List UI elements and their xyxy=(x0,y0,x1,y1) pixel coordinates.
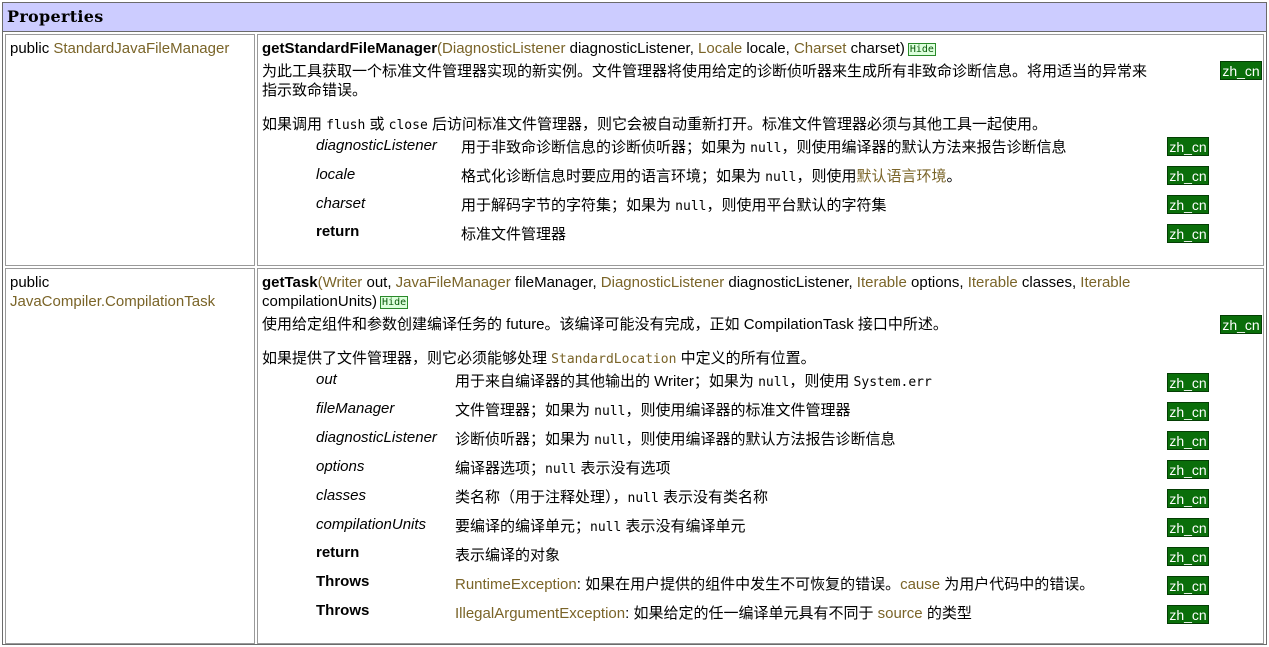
return-description: 标准文件管理器 xyxy=(461,226,567,243)
return-type-link[interactable]: StandardJavaFileManager xyxy=(53,40,229,57)
param-description: 诊断侦听器；如果为 null，则使用编译器的默认方法报告诊断信息 xyxy=(455,431,896,448)
type-link[interactable]: Iterable xyxy=(1080,274,1130,291)
type-link[interactable]: DiagnosticListener xyxy=(601,274,724,291)
param-name: charset xyxy=(316,195,366,212)
param-description: 类名称（用于注释处理），null 表示没有类名称 xyxy=(455,489,768,506)
method-row-getStandardFileManager: public StandardJavaFileManager getStanda… xyxy=(3,34,1266,266)
type-link[interactable]: Locale xyxy=(698,40,742,57)
type-link[interactable]: Writer xyxy=(323,274,363,291)
zh-cn-button[interactable]: zh_cn xyxy=(1167,576,1209,595)
throws-description: IllegalArgumentException: 如果给定的任一编译单元具有不… xyxy=(455,605,972,622)
method-signature-line2: compilationUnits) Hide xyxy=(262,293,409,310)
zh-cn-button[interactable]: zh_cn xyxy=(1167,166,1209,185)
param-description: 格式化诊断信息时要应用的语言环境；如果为 null，则使用默认语言环境。 xyxy=(461,168,962,185)
properties-table: Properties public StandardJavaFileManage… xyxy=(2,2,1267,645)
param-name: locale xyxy=(316,166,356,183)
method-name: getStandardFileManager xyxy=(262,40,438,57)
modifier: public xyxy=(10,274,50,291)
throws-description: RuntimeException: 如果在用户提供的组件中发生不可恢复的错误。c… xyxy=(455,576,1095,593)
default-locale-link[interactable]: 默认语言环境 xyxy=(857,168,947,185)
param-name: options xyxy=(316,458,365,475)
throws-label: Throws xyxy=(316,602,370,619)
zh-cn-button[interactable]: zh_cn xyxy=(1167,402,1209,421)
zh-cn-button[interactable]: zh_cn xyxy=(1167,518,1209,537)
type-link[interactable]: Iterable xyxy=(857,274,907,291)
param-description: 要编译的编译单元；null 表示没有编译单元 xyxy=(455,518,746,535)
table-title: Properties xyxy=(7,7,104,26)
zh-cn-button[interactable]: zh_cn xyxy=(1167,224,1209,243)
source-link[interactable]: source xyxy=(878,605,923,622)
zh-cn-button[interactable]: zh_cn xyxy=(1167,137,1209,156)
method-row-getTask: public JavaCompiler.CompilationTask getT… xyxy=(3,268,1266,644)
method-return-cell: public StandardJavaFileManager xyxy=(5,34,255,266)
param-description: 文件管理器；如果为 null，则使用编译器的标准文件管理器 xyxy=(455,402,851,419)
zh-cn-button[interactable]: zh_cn xyxy=(1167,547,1209,566)
exception-link[interactable]: IllegalArgumentException xyxy=(455,605,625,622)
method-description-line2: 指示致命错误。 xyxy=(262,82,368,99)
modifier: public xyxy=(10,40,50,57)
return-type-link[interactable]: JavaCompiler.CompilationTask xyxy=(10,293,215,310)
param-name: classes xyxy=(316,487,367,504)
param-name: diagnosticListener xyxy=(316,137,437,154)
hide-button[interactable]: Hide xyxy=(907,43,936,56)
method-signature: getTask(Writer out, JavaFileManager file… xyxy=(262,274,1131,291)
zh-cn-button[interactable]: zh_cn xyxy=(1167,489,1209,508)
method-detail-cell: getStandardFileManager(DiagnosticListene… xyxy=(257,34,1264,266)
exception-link[interactable]: RuntimeException xyxy=(455,576,577,593)
throws-label: Throws xyxy=(316,573,370,590)
param-name: diagnosticListener xyxy=(316,429,437,446)
type-link[interactable]: DiagnosticListener xyxy=(442,40,565,57)
zh-cn-button[interactable]: zh_cn xyxy=(1220,315,1262,334)
type-link[interactable]: Charset xyxy=(794,40,847,57)
table-header: Properties xyxy=(3,3,1266,32)
param-description: 编译器选项；null 表示没有选项 xyxy=(455,460,671,477)
return-description: 表示编译的对象 xyxy=(455,547,561,564)
type-link[interactable]: Iterable xyxy=(968,274,1018,291)
return-label: return xyxy=(316,544,360,561)
param-name: compilationUnits xyxy=(316,516,427,533)
method-name: getTask xyxy=(262,274,318,291)
zh-cn-button[interactable]: zh_cn xyxy=(1167,460,1209,479)
zh-cn-button[interactable]: zh_cn xyxy=(1167,195,1209,214)
return-label: return xyxy=(316,223,360,240)
type-link[interactable]: JavaFileManager xyxy=(396,274,511,291)
method-note: 如果调用 flush 或 close 后访问标准文件管理器，则它会被自动重新打开… xyxy=(262,116,1047,133)
standard-location-link[interactable]: StandardLocation xyxy=(551,352,676,367)
zh-cn-button[interactable]: zh_cn xyxy=(1220,61,1262,80)
param-description: 用于非致命诊断信息的诊断侦听器；如果为 null，则使用编译器的默认方法来报告诊… xyxy=(461,139,1067,156)
method-note: 如果提供了文件管理器，则它必须能够处理 StandardLocation 中定义… xyxy=(262,350,816,367)
cause-link[interactable]: cause xyxy=(900,576,940,593)
param-description: 用于来自编译器的其他输出的 Writer；如果为 null，则使用 System… xyxy=(455,373,932,390)
method-description-line1: 使用给定组件和参数创建编译任务的 future。该编译可能没有完成，正如 Com… xyxy=(262,316,948,333)
method-signature: getStandardFileManager(DiagnosticListene… xyxy=(262,40,936,57)
method-return-cell: public JavaCompiler.CompilationTask xyxy=(5,268,255,644)
zh-cn-button[interactable]: zh_cn xyxy=(1167,431,1209,450)
hide-button[interactable]: Hide xyxy=(380,296,409,309)
zh-cn-button[interactable]: zh_cn xyxy=(1167,605,1209,624)
zh-cn-button[interactable]: zh_cn xyxy=(1167,373,1209,392)
param-name: fileManager xyxy=(316,400,395,417)
method-detail-cell: getTask(Writer out, JavaFileManager file… xyxy=(257,268,1264,644)
method-description-line1: 为此工具获取一个标准文件管理器实现的新实例。文件管理器将使用给定的诊断侦听器来生… xyxy=(262,63,1148,80)
param-name: out xyxy=(316,371,337,388)
param-description: 用于解码字节的字符集；如果为 null，则使用平台默认的字符集 xyxy=(461,197,887,214)
